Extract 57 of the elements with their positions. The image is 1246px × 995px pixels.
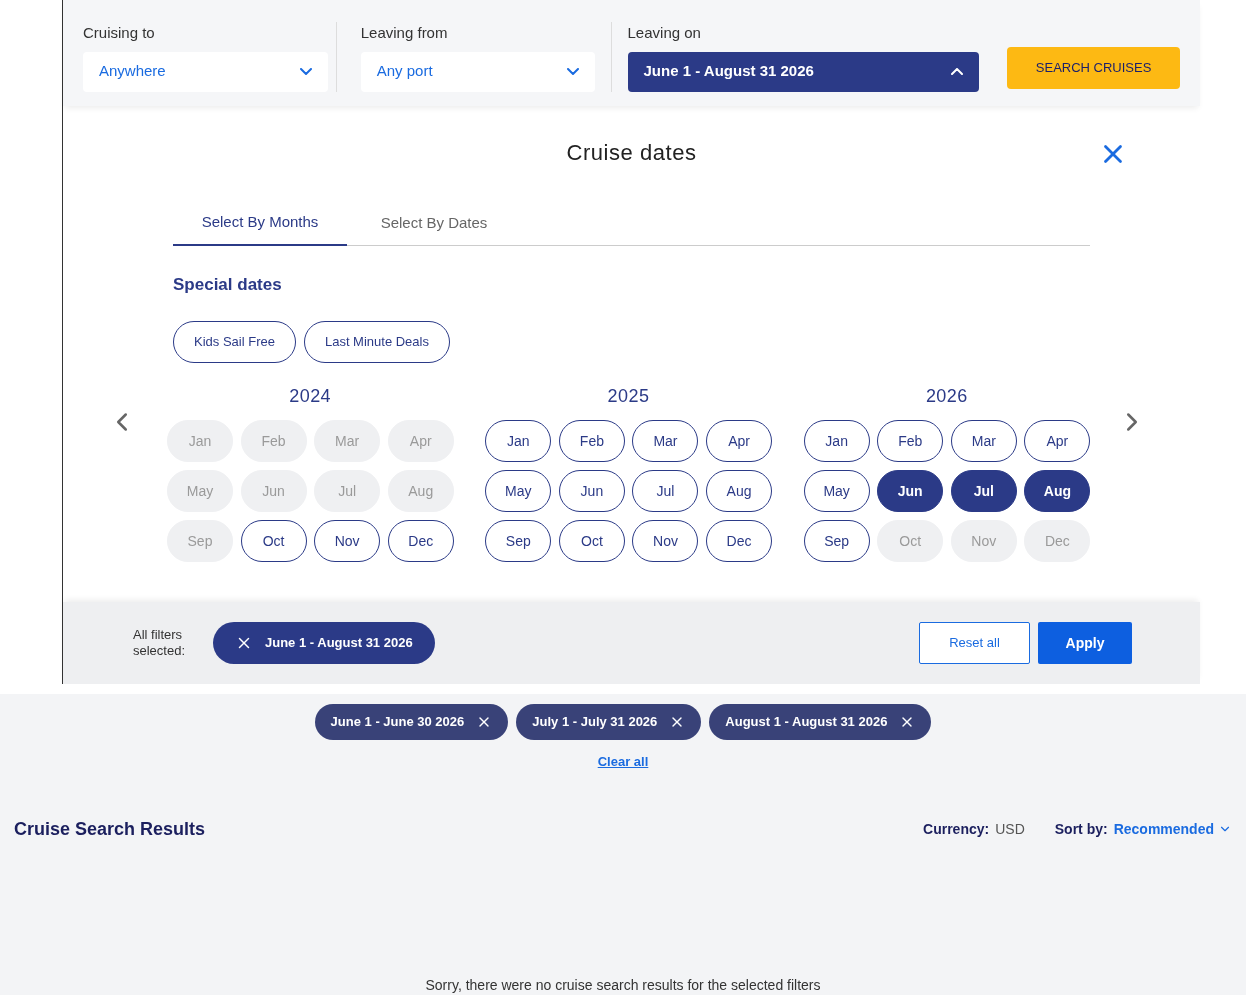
- month-button[interactable]: Apr: [1024, 420, 1091, 462]
- dropdown-field[interactable]: Any port: [360, 51, 595, 92]
- no-results-message: Sorry, there were no cruise search results for the selected filters: [424, 975, 822, 995]
- special-date-button[interactable]: Kids Sail Free: [173, 321, 296, 363]
- month-button[interactable]: Nov: [632, 520, 699, 562]
- month-button[interactable]: Aug: [706, 470, 773, 512]
- field-label: Leaving on: [627, 23, 702, 43]
- year-label: 2025: [607, 385, 650, 408]
- month-button[interactable]: May: [803, 470, 870, 512]
- month-button[interactable]: Apr: [706, 420, 773, 462]
- filter-chip[interactable]: June 1 - June 30 2026: [314, 704, 509, 740]
- month-button[interactable]: Dec: [387, 520, 454, 562]
- year-label: 2024: [289, 385, 332, 408]
- chevron-down-icon: [299, 68, 312, 75]
- clear-all-link[interactable]: Clear all: [597, 752, 649, 772]
- results-title: Cruise Search Results: [14, 817, 206, 841]
- filter-chip[interactable]: July 1 - July 31 2026: [516, 704, 702, 740]
- field-label: Leaving from: [360, 23, 449, 43]
- month-button[interactable]: Mar: [632, 420, 699, 462]
- month-button[interactable]: Jun: [877, 470, 944, 512]
- month-button[interactable]: Jul: [632, 470, 699, 512]
- month-button[interactable]: Aug: [1024, 470, 1091, 512]
- month-button[interactable]: Sep: [803, 520, 870, 562]
- filter-chip[interactable]: June 1 - August 31 2026: [213, 622, 435, 664]
- dropdown-field[interactable]: June 1 - August 31 2026: [627, 51, 980, 92]
- month-button[interactable]: Jun: [558, 470, 625, 512]
- month-button[interactable]: Jul: [950, 470, 1017, 512]
- month-button[interactable]: Nov: [314, 520, 381, 562]
- month-button[interactable]: Oct: [558, 520, 625, 562]
- reset-all-button[interactable]: Reset all: [919, 622, 1030, 664]
- filters-label: All filters selected:: [133, 627, 187, 659]
- month-button[interactable]: Oct: [240, 520, 307, 562]
- field-label: Cruising to: [83, 23, 156, 43]
- month-button[interactable]: Mar: [950, 420, 1017, 462]
- sort-dropdown[interactable]: Recommended: [1113, 818, 1232, 840]
- month-button[interactable]: Feb: [558, 420, 625, 462]
- year-label: 2026: [925, 385, 968, 408]
- month-button[interactable]: Jan: [485, 420, 552, 462]
- filter-chip[interactable]: August 1 - August 31 2026: [709, 704, 932, 740]
- month-button[interactable]: May: [485, 470, 552, 512]
- dropdown-field[interactable]: Anywhere: [83, 51, 328, 92]
- currency-value: USD: [995, 819, 1025, 839]
- month-button[interactable]: Jan: [803, 420, 870, 462]
- apply-button[interactable]: Apply: [1038, 622, 1132, 664]
- month-button[interactable]: Feb: [877, 420, 944, 462]
- chevron-down-icon: [566, 68, 579, 75]
- currency-label: Currency:: [923, 819, 990, 839]
- tab[interactable]: Select By Dates: [347, 211, 521, 245]
- tab[interactable]: Select By Months: [173, 211, 347, 246]
- search-cruises-button[interactable]: SEARCH CRUISES: [1007, 47, 1180, 89]
- section-heading: Special dates: [173, 273, 283, 296]
- special-date-button[interactable]: Last Minute Deals: [303, 321, 450, 363]
- dialog-title: Cruise dates: [565, 139, 698, 167]
- month-button[interactable]: Dec: [706, 520, 773, 562]
- sort-label: Sort by:: [1054, 819, 1108, 839]
- chevron-up-icon: [951, 68, 964, 75]
- month-button[interactable]: Sep: [485, 520, 552, 562]
